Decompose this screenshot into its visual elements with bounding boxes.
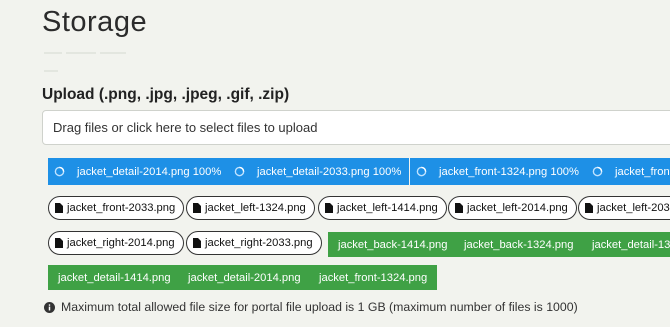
file-name: jacket_front-1324.png — [319, 271, 428, 284]
file-icon — [585, 203, 593, 213]
upload-label: Upload (.png, .jpg, .jpeg, .gif, .zip) — [42, 86, 290, 103]
file-name: jacket_detail-1414.png — [58, 271, 171, 284]
file-name: jacket_left-1414.png — [337, 202, 438, 214]
file-name: jacket_back-1324.png — [464, 238, 574, 251]
upload-percent: 100% — [372, 165, 402, 178]
pending-file-chip: jacket_left-2014.png — [448, 196, 577, 220]
pending-file-chip: jacket_right-2014.png — [48, 231, 184, 255]
file-name: jacket_right-2014.png — [67, 237, 175, 249]
file-name: jacket_right-2033.png — [205, 237, 313, 249]
uploaded-file-chip: jacket_detail-2014.png — [178, 265, 311, 290]
file-icon — [55, 238, 63, 248]
file-name: jacket_left-1324.png — [205, 202, 306, 214]
pending-file-chip: jacket_left-1414.png — [318, 196, 447, 220]
dropzone-text: Drag files or click here to select files… — [53, 120, 318, 135]
file-name: jacket_front-2033.png — [67, 202, 176, 214]
upload-dropzone[interactable]: Drag files or click here to select files… — [42, 110, 670, 145]
loading-spinner-icon — [234, 166, 245, 177]
uploaded-file-chip: jacket_detail-1414.png — [48, 265, 181, 290]
file-icon — [455, 203, 463, 213]
file-name: jacket_front-1324.png — [439, 165, 548, 178]
loading-spinner-icon — [416, 166, 427, 177]
uploaded-file-chip: jacket_back-1324.png — [454, 232, 584, 257]
loading-spinner-icon — [592, 166, 603, 177]
pending-file-chip: jacket_front-2033.png — [48, 196, 185, 220]
file-icon — [325, 203, 333, 213]
upload-percent: 100% — [192, 165, 222, 178]
file-icon — [193, 203, 201, 213]
uploaded-file-chip: jacket_front-1324.png — [309, 265, 438, 290]
file-name: jacket_left-2014.png — [467, 202, 568, 214]
page-title: Storage — [42, 6, 148, 38]
pending-file-chip: jacket_right-2033.png — [186, 231, 322, 255]
upload-progress-chip: jacket_detail-2033.png 100% — [228, 158, 410, 185]
upload-progress-chip: jacket_front- — [586, 158, 670, 185]
file-icon — [193, 238, 201, 248]
info-text: Maximum total allowed file size for port… — [61, 300, 578, 314]
pending-file-chip: jacket_left-2033 — [578, 196, 670, 220]
file-name: jacket_detail-1324 — [592, 238, 670, 251]
upload-percent: 100% — [550, 165, 579, 178]
file-name: jacket_detail-2014.png — [188, 271, 301, 284]
file-name: jacket_detail-2033.png — [257, 165, 370, 178]
upload-progress-chip: jacket_front-1324.png 100% — [410, 158, 587, 185]
uploaded-file-chip: jacket_detail-1324 — [582, 232, 670, 257]
file-name: jacket_detail-2014.png — [77, 165, 190, 178]
faint-subtitle-decoration — [44, 44, 144, 72]
file-name: jacket_back-1414.png — [338, 238, 448, 251]
upload-limit-info: Maximum total allowed file size for port… — [44, 300, 578, 314]
info-circle-icon — [44, 301, 55, 313]
loading-spinner-icon — [54, 166, 65, 177]
file-name: jacket_front- — [615, 165, 670, 178]
pending-file-chip: jacket_left-1324.png — [186, 196, 315, 220]
file-icon — [55, 203, 63, 213]
file-name: jacket_left-2033 — [597, 202, 670, 214]
upload-progress-chip: jacket_detail-2014.png 100% — [48, 158, 230, 185]
uploaded-file-chip: jacket_back-1414.png — [328, 232, 458, 257]
